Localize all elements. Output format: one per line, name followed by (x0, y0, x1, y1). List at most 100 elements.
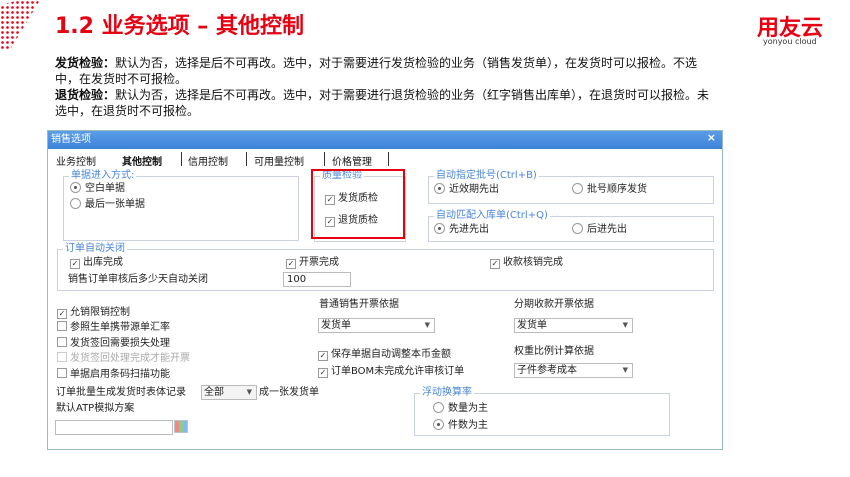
dialog-title: 销售选项 (51, 134, 91, 145)
chevron-down-icon: ▼ (424, 321, 430, 329)
auto-close-group: 订单自动关闭 ✓ 出库完成 ✓ 开票完成 ✓ 收款核销完成 销售订单审核后多少天自动关… (57, 243, 714, 291)
checkbox-label: 收款核销完成 (503, 257, 563, 268)
checkbox-invoice-done[interactable]: ✓ 开票完成 (286, 257, 339, 269)
tab-other[interactable]: 其他控制 (122, 153, 162, 168)
radio-pieces-main[interactable]: 件数为主 (433, 419, 488, 432)
radio-label: 后进先出 (587, 224, 627, 235)
checkbox-barcode[interactable]: 单据启用条码扫描功能 (57, 368, 190, 381)
checkbox-icon: ✓ (286, 259, 296, 269)
radio-batch-order[interactable]: 批号顺序发货 (572, 183, 647, 196)
checkbox-outbound-done[interactable]: ✓ 出库完成 (70, 257, 123, 269)
tab-divider (246, 152, 247, 166)
tab-business[interactable]: 业务控制 (56, 153, 96, 168)
radio-label: 先进先出 (449, 224, 489, 235)
slide-title: 1.2 业务选项 – 其他控制 (55, 14, 304, 39)
radio-icon (70, 182, 81, 193)
checkbox-icon: ✓ (70, 259, 80, 269)
checkbox-label: 发货签回处理完成才能开票 (70, 353, 190, 364)
radio-last[interactable]: 最后一张单据 (70, 198, 145, 211)
radio-blank[interactable]: 空白单据 (70, 182, 125, 195)
checkbox-icon (57, 352, 67, 362)
radio-label: 批号顺序发货 (587, 184, 647, 195)
title-bar: 销售选项 (48, 131, 722, 149)
checkbox-receipt-done[interactable]: ✓ 收款核销完成 (490, 257, 563, 269)
checkbox-icon: ✓ (490, 259, 500, 269)
description: 发货检验：默认为否，选择是后不可再改。选中，对于需要进行发货检验的业务（销售发货… (55, 55, 715, 119)
days-input[interactable]: 100 (283, 272, 351, 287)
checkbox-label: 保存单据自动调整本币金额 (331, 349, 451, 360)
radio-icon (433, 419, 444, 430)
select-value: 发货单 (517, 320, 547, 331)
chevron-down-icon: ▼ (622, 321, 628, 329)
checkbox-bom-approve[interactable]: ✓ 订单BOM未完成允许审核订单 (318, 366, 464, 378)
float-rate-group: 浮动换算率 数量为主 件数为主 (414, 387, 670, 436)
radio-expiry-first[interactable]: 近效期先出 (434, 183, 499, 196)
weight-label: 权重比例计算依据 (514, 346, 594, 357)
radio-icon (434, 183, 445, 194)
group-legend: 单据进入方式: (69, 170, 137, 182)
batch-gen-prefix: 订单批量生成发货时表体记录 (56, 387, 186, 398)
checkbox-sales-limit[interactable]: ✓ 允销限销控制 (57, 307, 190, 321)
normal-invoice-label: 普通销售开票依据 (319, 299, 399, 310)
checkbox-label: 发货签回需要损失处理 (70, 338, 170, 349)
checkbox-label: 允销限销控制 (70, 307, 130, 318)
brand-logo-sub: yonyou cloud (763, 37, 817, 46)
checkbox-loss-handling[interactable]: 发货签回需要损失处理 (57, 337, 190, 352)
radio-lifo[interactable]: 后进先出 (572, 223, 627, 236)
desc-term: 发货检验： (55, 56, 116, 70)
radio-icon (433, 402, 444, 413)
installment-invoice-label: 分期收款开票依据 (514, 299, 594, 310)
radio-label: 近效期先出 (449, 184, 499, 195)
group-legend: 订单自动关闭 (63, 243, 127, 255)
tab-divider (388, 152, 389, 166)
desc-text: 默认为否，选择是后不可再改。选中，对于需要进行退货检验的业务（红字销售出库单），… (55, 88, 710, 118)
checkbox-label: 单据启用条码扫描功能 (70, 369, 170, 380)
atp-input[interactable] (55, 420, 173, 435)
installment-invoice-select[interactable]: 发货单 ▼ (514, 318, 633, 333)
highlight-box (311, 169, 405, 239)
checkbox-icon (57, 321, 67, 331)
checkbox-icon: ✓ (318, 351, 328, 361)
radio-label: 件数为主 (448, 420, 488, 431)
desc-term: 退货检验： (55, 88, 116, 102)
normal-invoice-select[interactable]: 发货单 ▼ (318, 318, 435, 333)
tab-availability[interactable]: 可用量控制 (254, 153, 304, 168)
tab-credit[interactable]: 信用控制 (188, 153, 228, 168)
checkbox-label: 参照生单携带源单汇率 (70, 322, 170, 333)
group-legend: 浮动换算率 (420, 387, 474, 399)
radio-label: 最后一张单据 (85, 199, 145, 210)
checkbox-auto-adjust[interactable]: ✓ 保存单据自动调整本币金额 (318, 349, 451, 361)
weight-select[interactable]: 子件参考成本 ▼ (514, 363, 633, 378)
close-icon[interactable]: × (707, 131, 716, 144)
radio-fifo[interactable]: 先进先出 (434, 223, 489, 236)
auto-match-group: 自动匹配入库单(Ctrl+Q) 先进先出 后进先出 (428, 210, 714, 242)
chevron-down-icon: ▼ (246, 388, 252, 396)
checkbox-icon: ✓ (57, 309, 67, 319)
checkbox-label: 出库完成 (83, 257, 123, 268)
radio-icon (70, 198, 81, 209)
entry-mode-group: 单据进入方式: 空白单据 最后一张单据 (63, 170, 299, 241)
select-value: 子件参考成本 (517, 365, 577, 376)
days-label: 销售订单审核后多少天自动关闭 (68, 274, 208, 285)
batch-gen-select[interactable]: 全部 ▼ (201, 385, 257, 400)
radio-icon (434, 223, 445, 234)
checkbox-carry-rate[interactable]: 参照生单携带源单汇率 (57, 321, 190, 337)
batch-gen-suffix: 成一张发货单 (259, 387, 319, 398)
checkbox-icon: ✓ (318, 368, 328, 378)
tab-price[interactable]: 价格管理 (332, 153, 372, 168)
checkbox-label: 订单BOM未完成允许审核订单 (331, 366, 465, 377)
radio-label: 空白单据 (85, 183, 125, 194)
group-legend: 自动匹配入库单(Ctrl+Q) (434, 210, 550, 222)
group-legend: 自动指定批号(Ctrl+B) (434, 170, 539, 182)
checkbox-icon (57, 337, 67, 347)
radio-icon (572, 223, 583, 234)
radio-label: 数量为主 (448, 403, 488, 414)
sales-options-dialog: 销售选项 × 业务控制 其他控制 信用控制 可用量控制 价格管理 单据进入方式:… (47, 130, 723, 450)
radio-icon (572, 183, 583, 194)
reference-picker-icon[interactable] (174, 420, 188, 433)
radio-quantity-main[interactable]: 数量为主 (433, 402, 488, 415)
atp-label: 默认ATP模拟方案 (56, 403, 135, 414)
checkbox-label: 开票完成 (299, 257, 339, 268)
desc-text: 默认为否，选择是后不可再改。选中，对于需要进行发货检验的业务（销售发货单），在发… (55, 56, 698, 86)
chevron-down-icon: ▼ (622, 366, 628, 374)
